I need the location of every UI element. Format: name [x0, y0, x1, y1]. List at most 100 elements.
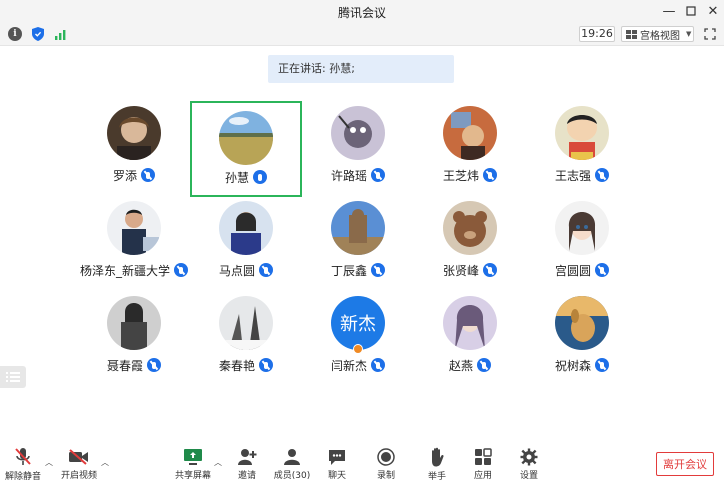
mic-muted-icon — [483, 168, 497, 182]
participant-tile[interactable]: 王志强 — [527, 106, 637, 196]
participant-name-row: 赵燕 — [415, 357, 525, 373]
apps-label: 应用 — [473, 471, 492, 481]
list-icon — [6, 372, 20, 382]
members-label: 成员(30) — [273, 471, 311, 481]
title-bar: 腾讯会议 — ✕ — [0, 0, 724, 22]
record-button[interactable]: 录制 — [363, 447, 409, 481]
participant-name: 孙慧 — [224, 170, 249, 185]
participant-tile[interactable]: 新杰 闫新杰 — [303, 296, 413, 386]
participant-tile[interactable]: 杨泽东_新疆大学 — [79, 201, 189, 291]
mic-muted-icon — [371, 263, 385, 277]
minimize-icon[interactable]: — — [658, 2, 680, 20]
video-off-icon — [68, 447, 90, 466]
participant-name-row: 杨泽东_新疆大学 — [79, 262, 189, 278]
participant-name: 马点圆 — [218, 263, 255, 278]
member-list-toggle[interactable] — [0, 366, 26, 388]
raise-hand-button[interactable]: 举手 — [414, 447, 460, 482]
mic-muted-icon — [259, 263, 273, 277]
apps-icon — [472, 447, 494, 466]
participant-name: 丁辰鑫 — [330, 263, 367, 278]
avatar — [443, 296, 497, 350]
mic-muted-icon — [371, 358, 385, 372]
participant-tile[interactable]: 赵燕 — [415, 296, 525, 386]
participant-tile[interactable]: 罗添 — [79, 106, 189, 196]
mic-active-icon — [253, 170, 267, 184]
participant-tile[interactable]: 许路瑶 — [303, 106, 413, 196]
participant-tile-speaking[interactable]: 孙慧 — [190, 101, 302, 197]
avatar — [443, 201, 497, 255]
maximize-icon[interactable] — [680, 2, 702, 20]
avatar — [331, 201, 385, 255]
avatar — [107, 201, 161, 255]
chevron-up-icon[interactable]: ︿ — [214, 457, 222, 468]
avatar — [555, 106, 609, 160]
window-title: 腾讯会议 — [337, 6, 386, 20]
participant-name-row: 马点圆 — [191, 262, 301, 278]
participant-name-row: 祝树森 — [527, 357, 637, 373]
chevron-up-icon[interactable]: ︿ — [45, 457, 53, 468]
host-badge-icon — [353, 344, 363, 354]
view-mode-dropdown[interactable]: 宫格视图 ▼ — [621, 26, 694, 42]
participant-name-row: 丁辰鑫 — [303, 262, 413, 278]
participant-tile[interactable]: 王芝炜 — [415, 106, 525, 196]
avatar — [219, 111, 273, 165]
participant-name: 王志强 — [554, 168, 591, 183]
participant-tile[interactable]: 丁辰鑫 — [303, 201, 413, 291]
mic-muted-icon — [595, 263, 609, 277]
meeting-toolbar: i 19:26 宫格视图 ▼ — [0, 22, 724, 46]
gear-icon — [518, 447, 540, 466]
start-video-button[interactable]: 开启视频 — [56, 447, 102, 481]
shield-icon[interactable] — [31, 27, 45, 41]
signal-icon[interactable] — [54, 27, 68, 41]
view-mode-label: 宫格视图 — [640, 30, 680, 42]
leave-meeting-button[interactable]: 离开会议 — [656, 452, 714, 476]
avatar — [331, 106, 385, 160]
close-icon[interactable]: ✕ — [702, 2, 724, 20]
participant-tile[interactable]: 宫圆圆 — [527, 201, 637, 291]
record-icon — [375, 447, 397, 466]
avatar — [443, 106, 497, 160]
participant-name-row: 秦春艳 — [191, 357, 301, 373]
mic-muted-icon — [595, 358, 609, 372]
grid-view-icon — [626, 29, 637, 39]
participant-name: 聂春霞 — [106, 358, 143, 373]
mic-muted-icon — [477, 358, 491, 372]
meeting-clock: 19:26 — [579, 26, 615, 42]
share-screen-label: 共享屏幕 — [174, 471, 211, 481]
participant-tile[interactable]: 马点圆 — [191, 201, 301, 291]
info-icon[interactable]: i — [8, 27, 22, 41]
avatar — [219, 201, 273, 255]
unmute-button[interactable]: 解除静音 — [0, 447, 46, 482]
participant-tile[interactable]: 祝树森 — [527, 296, 637, 386]
unmute-label: 解除静音 — [4, 472, 41, 482]
chat-button[interactable]: 聊天 — [314, 447, 360, 481]
record-label: 录制 — [376, 471, 395, 481]
mic-muted-icon — [595, 168, 609, 182]
participant-name: 秦春艳 — [218, 358, 255, 373]
chevron-down-icon: ▼ — [686, 30, 692, 38]
members-button[interactable]: 成员(30) — [269, 447, 315, 481]
active-speaker-banner: 正在讲话: 孙慧; — [268, 55, 454, 83]
participant-tile[interactable]: 秦春艳 — [191, 296, 301, 386]
meeting-controls: 解除静音 ︿ 开启视频 ︿ 共享屏幕 ︿ 邀请 成员(30) 聊天 录制 举手 … — [0, 443, 724, 483]
chat-label: 聊天 — [327, 471, 346, 481]
chevron-up-icon[interactable]: ︿ — [101, 457, 109, 468]
fullscreen-icon[interactable] — [704, 28, 716, 40]
participant-name-row: 许路瑶 — [303, 167, 413, 183]
members-icon — [281, 447, 303, 466]
avatar — [555, 296, 609, 350]
mic-muted-icon — [371, 168, 385, 182]
settings-label: 设置 — [519, 471, 538, 481]
participant-tile[interactable]: 聂春霞 — [79, 296, 189, 386]
apps-button[interactable]: 应用 — [460, 447, 506, 481]
invite-button[interactable]: 邀请 — [224, 447, 270, 481]
participant-tile[interactable]: 张贤峰 — [415, 201, 525, 291]
share-screen-button[interactable]: 共享屏幕 — [170, 447, 216, 481]
participant-name-row: 聂春霞 — [79, 357, 189, 373]
invite-label: 邀请 — [237, 471, 256, 481]
settings-button[interactable]: 设置 — [506, 447, 552, 481]
participant-name: 闫新杰 — [330, 358, 367, 373]
mic-muted-icon — [141, 168, 155, 182]
avatar — [107, 106, 161, 160]
participant-name-row: 闫新杰 — [303, 357, 413, 373]
